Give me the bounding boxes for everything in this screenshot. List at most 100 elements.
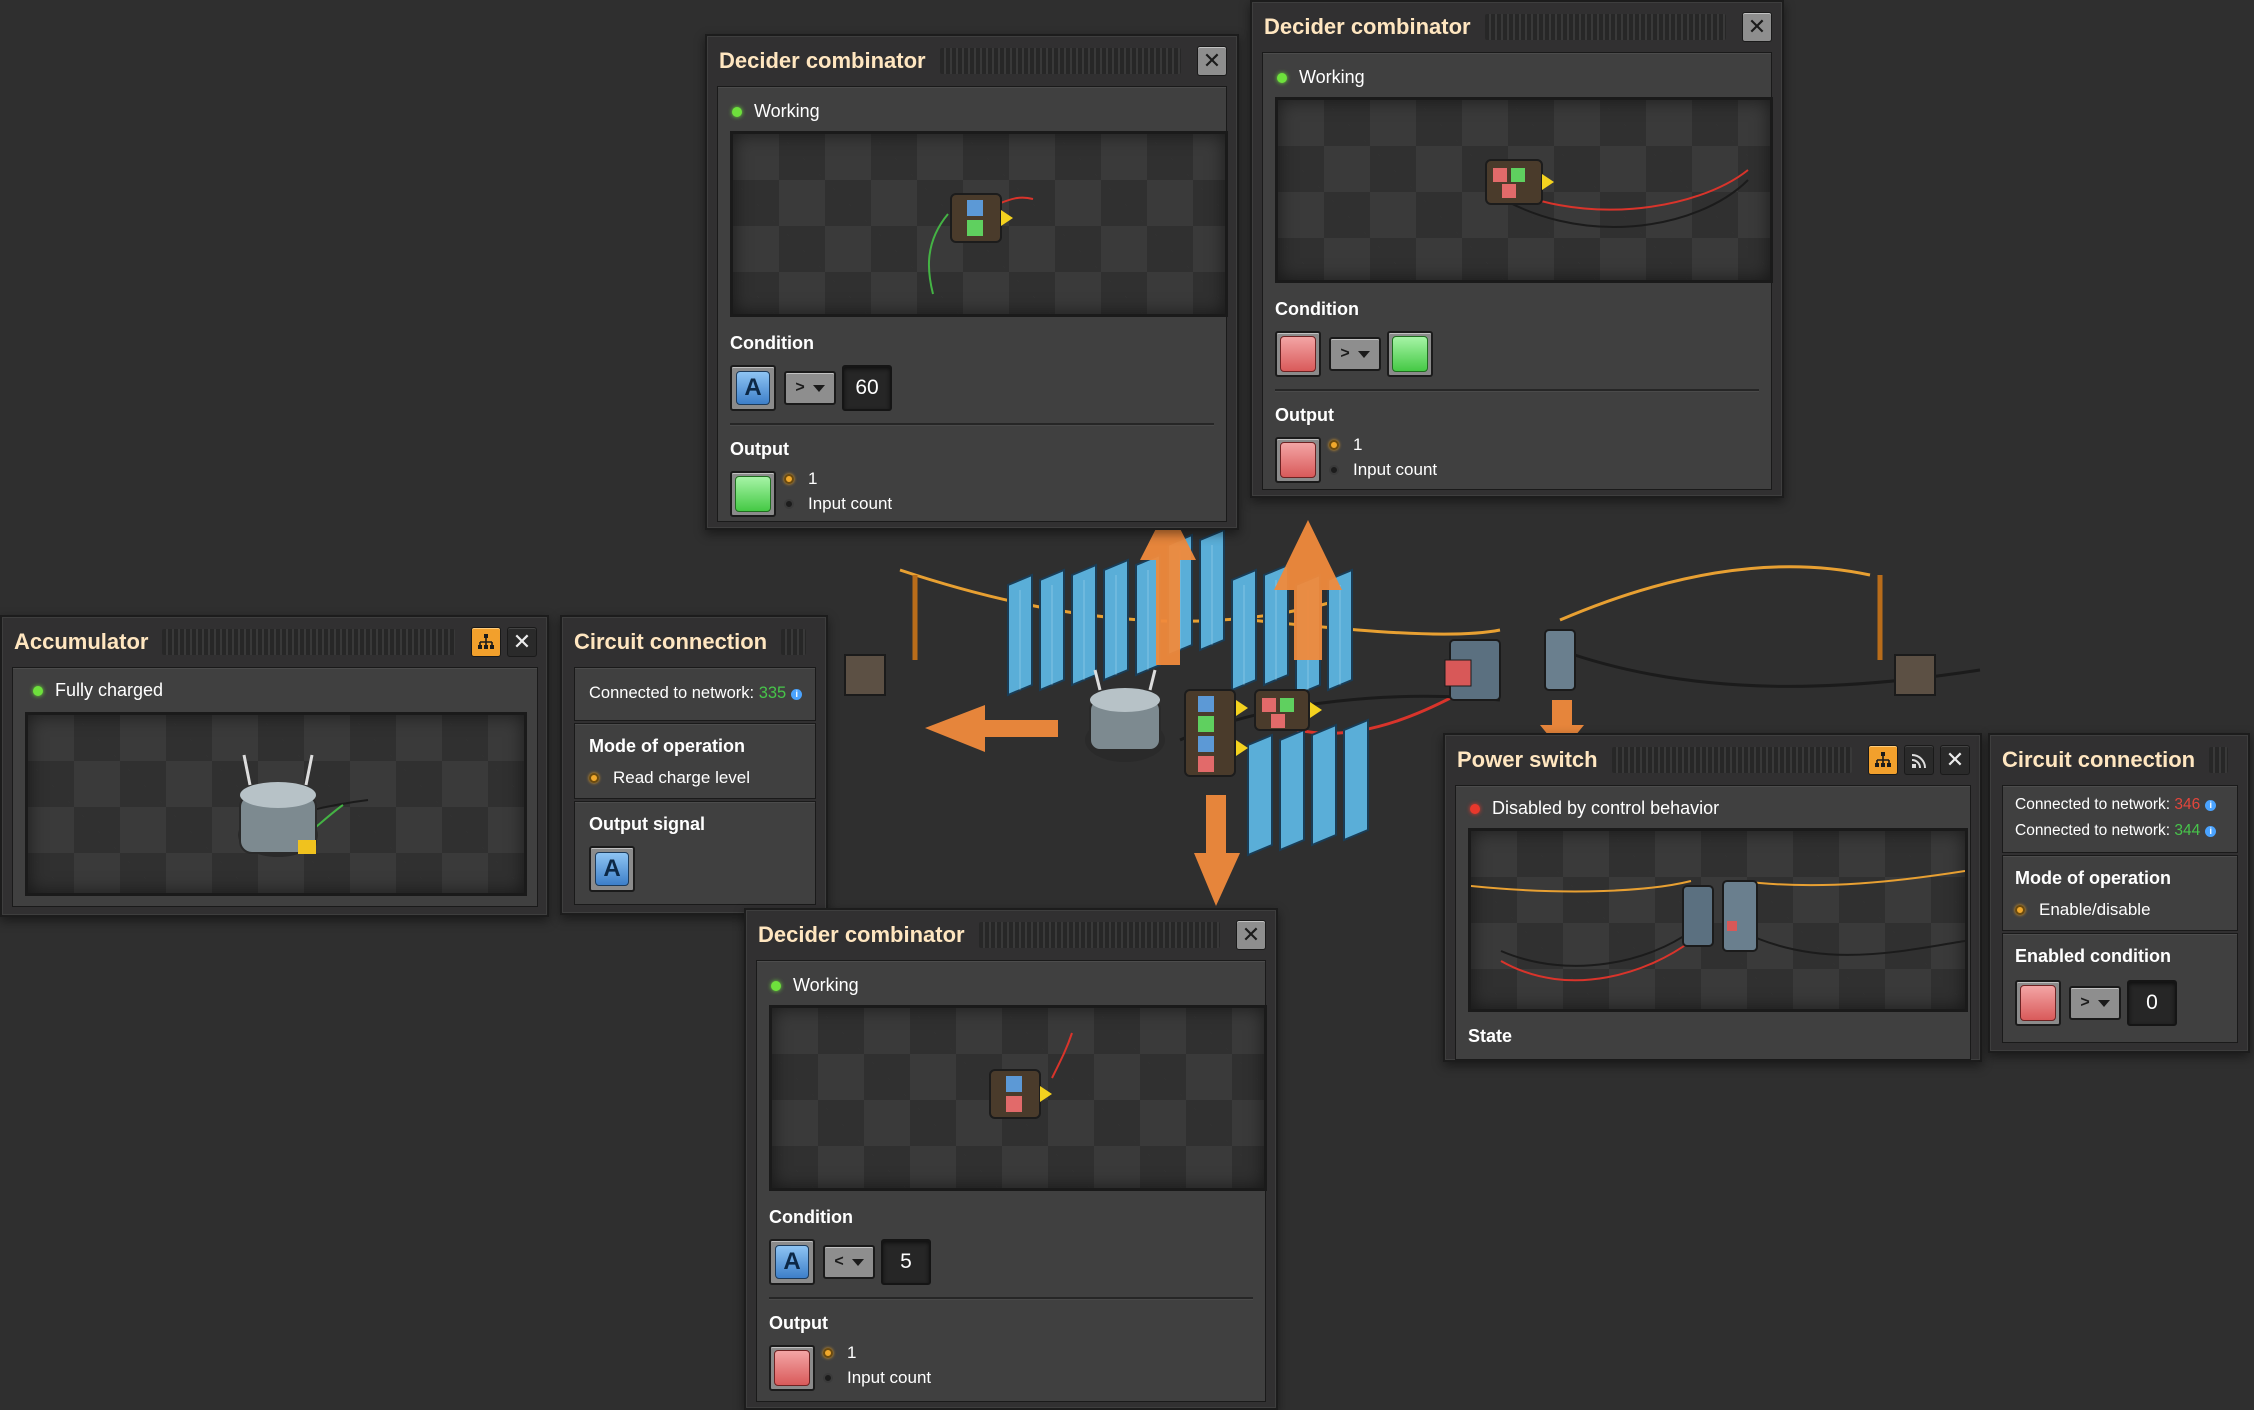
condition-signal-slot[interactable] xyxy=(1275,331,1321,377)
close-button[interactable]: ✕ xyxy=(1197,46,1227,76)
signal-red-icon xyxy=(1280,336,1316,372)
window-titlebar[interactable]: Circuit connection xyxy=(562,617,826,667)
output-signal-slot[interactable] xyxy=(730,471,776,517)
constant-slot[interactable]: 60 xyxy=(842,365,892,411)
chevron-down-icon xyxy=(812,384,825,392)
chevron-down-icon xyxy=(851,1258,864,1266)
divider xyxy=(769,1297,1253,1300)
output-signal-slot[interactable]: A xyxy=(589,846,635,892)
window-titlebar[interactable]: Power switch ✕ xyxy=(1445,735,1980,785)
close-button[interactable]: ✕ xyxy=(507,627,537,657)
mode-option-read-charge[interactable]: Read charge level xyxy=(589,768,750,788)
signal-a-icon: A xyxy=(775,1245,809,1279)
output-option-one[interactable]: 1 xyxy=(823,1343,856,1363)
close-button[interactable]: ✕ xyxy=(1236,920,1266,950)
close-icon: ✕ xyxy=(512,629,532,654)
output-option-input-count[interactable]: Input count xyxy=(823,1368,931,1388)
info-icon[interactable]: i xyxy=(2205,826,2217,837)
window-title: Decider combinator xyxy=(719,48,926,73)
constant-slot[interactable]: 5 xyxy=(881,1239,931,1285)
comparator-dropdown[interactable]: > xyxy=(2069,986,2121,1020)
output-label: Output xyxy=(1275,405,1334,425)
window-titlebar[interactable]: Decider combinator ✕ xyxy=(1252,2,1782,52)
condition-label: Condition xyxy=(1275,299,1359,319)
output-signal-slot[interactable] xyxy=(769,1345,815,1391)
status-text: Working xyxy=(754,101,820,121)
logistic-network-button[interactable] xyxy=(1904,745,1934,775)
option-label: 1 xyxy=(847,1343,857,1362)
condition-signal-slot[interactable]: A xyxy=(769,1239,815,1285)
comparator-value: > xyxy=(2080,994,2090,1011)
entity-preview xyxy=(25,712,527,896)
signal-red-icon xyxy=(2020,985,2056,1021)
output-option-one[interactable]: 1 xyxy=(784,469,817,489)
condition-signal-slot[interactable] xyxy=(2015,980,2061,1026)
power-switch-window: Power switch ✕ Disabled by control behav… xyxy=(1443,733,1982,1062)
window-content: Fully charged xyxy=(12,667,538,907)
accumulator-window: Accumulator ✕ Fully charged xyxy=(0,615,549,917)
comparator-dropdown[interactable]: < xyxy=(823,1245,875,1279)
circuit-network-button[interactable] xyxy=(1868,745,1898,775)
window-titlebar[interactable]: Decider combinator ✕ xyxy=(746,910,1276,960)
window-titlebar[interactable]: Decider combinator ✕ xyxy=(707,36,1237,86)
comparator-value: > xyxy=(1340,345,1350,362)
drag-handle[interactable] xyxy=(1484,14,1726,40)
status-green-icon xyxy=(33,685,43,696)
condition-signal-slot[interactable]: A xyxy=(730,365,776,411)
constant-slot[interactable]: 0 xyxy=(2127,980,2177,1026)
entity-preview-image xyxy=(1471,870,1965,982)
radio-selected-icon xyxy=(823,1348,833,1358)
comparator-value: < xyxy=(834,1253,844,1270)
drag-handle[interactable] xyxy=(978,922,1220,948)
mode-option-enable-disable[interactable]: Enable/disable xyxy=(2015,900,2151,920)
output-label: Output xyxy=(769,1313,828,1333)
drag-handle[interactable] xyxy=(781,629,806,655)
connected-label: Connected to network: xyxy=(2015,822,2171,839)
option-label: Input count xyxy=(847,1368,932,1387)
circuit-network-icon xyxy=(478,634,494,649)
close-icon: ✕ xyxy=(1747,14,1767,39)
copper-wire xyxy=(1559,565,1871,622)
condition-label: Condition xyxy=(730,333,814,353)
output-option-input-count[interactable]: Input count xyxy=(784,494,892,514)
comparator-dropdown[interactable]: > xyxy=(784,371,836,405)
status-line: Working xyxy=(732,101,820,122)
entity-preview-image xyxy=(927,193,1034,295)
status-green-icon xyxy=(771,980,781,991)
output-option-input-count[interactable]: Input count xyxy=(1329,460,1437,480)
accumulator-entity xyxy=(1085,669,1165,762)
close-button[interactable]: ✕ xyxy=(1742,12,1772,42)
window-titlebar[interactable]: Accumulator ✕ xyxy=(2,617,547,667)
mode-label: Mode of operation xyxy=(589,736,745,756)
option-label: Input count xyxy=(1353,460,1438,479)
entity-preview-image xyxy=(1485,159,1749,228)
network-info-box: Connected to network: 346 i Connected to … xyxy=(2002,785,2238,853)
status-line: Disabled by control behavior xyxy=(1470,798,1719,819)
output-option-one[interactable]: 1 xyxy=(1329,435,1362,455)
window-titlebar[interactable]: Circuit connection xyxy=(1990,735,2248,785)
network-info-green: Connected to network: 344 i xyxy=(2015,822,2217,840)
info-icon[interactable]: i xyxy=(2205,800,2217,811)
comparator-dropdown[interactable]: > xyxy=(1329,337,1381,371)
entity-preview xyxy=(1468,828,1968,1012)
mode-box: Mode of operation Enable/disable xyxy=(2002,855,2238,931)
circuit-network-button[interactable] xyxy=(471,627,501,657)
second-signal-slot[interactable] xyxy=(1387,331,1433,377)
output-signal-slot[interactable] xyxy=(1275,437,1321,483)
window-title: Power switch xyxy=(1457,747,1598,772)
radio-unselected-icon xyxy=(784,499,794,509)
close-button[interactable]: ✕ xyxy=(1940,745,1970,775)
network-id-red: 346 xyxy=(2174,796,2201,813)
window-content: Working Condition A > 60 Output 1 Input … xyxy=(717,86,1228,522)
info-icon[interactable]: i xyxy=(791,689,803,700)
wireless-signal-icon xyxy=(1911,754,1926,769)
arrow-down xyxy=(1194,795,1240,906)
chevron-down-icon xyxy=(1357,350,1370,358)
network-info: Connected to network: 335 i xyxy=(589,684,803,703)
drag-handle[interactable] xyxy=(1611,747,1852,773)
power-switch-entity xyxy=(1444,629,1576,701)
drag-handle[interactable] xyxy=(939,48,1181,74)
drag-handle[interactable] xyxy=(2209,747,2228,773)
drag-handle[interactable] xyxy=(162,629,455,655)
close-icon: ✕ xyxy=(1202,48,1222,73)
